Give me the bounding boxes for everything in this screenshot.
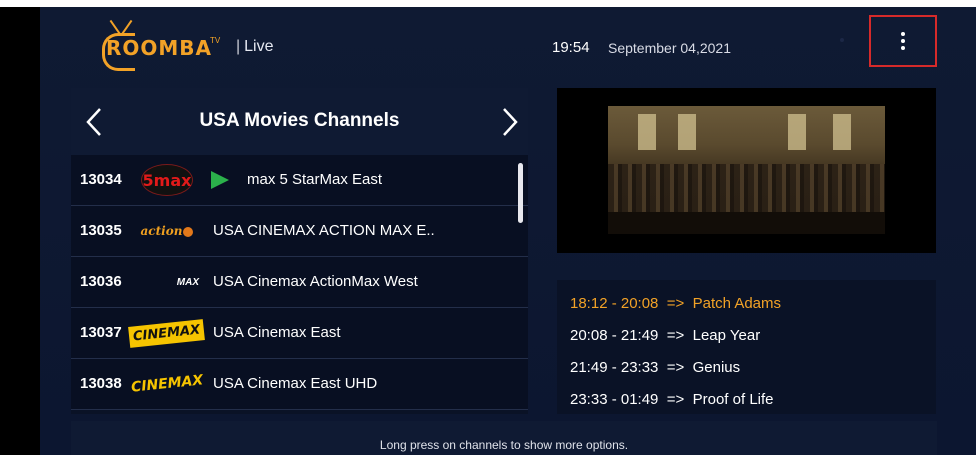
scene-window <box>788 114 806 150</box>
more-options-button[interactable] <box>869 15 937 67</box>
more-vertical-icon <box>901 32 905 50</box>
category-title: USA Movies Channels <box>199 110 400 131</box>
channel-row[interactable]: 13036 MAX USA Cinemax ActionMax West <box>71 257 528 308</box>
epg-arrow: => <box>666 327 685 344</box>
scene-window <box>678 114 696 150</box>
channel-logo: action <box>135 215 199 247</box>
channel-row[interactable]: 13037 CINEMAX USA Cinemax East <box>71 308 528 359</box>
channel-list-header: USA Movies Channels <box>71 88 528 155</box>
play-icon <box>211 171 229 189</box>
epg-title: Patch Adams <box>692 295 782 312</box>
title-separator: | <box>236 38 241 55</box>
app-screen: ROOMBA TV | Live 19:54 September 04,2021 … <box>40 7 976 455</box>
scene-table <box>608 212 885 234</box>
hint-text: Long press on channels to show more opti… <box>379 438 629 452</box>
next-category-button[interactable] <box>495 102 525 142</box>
channel-row[interactable]: 13034 5max max 5 StarMax East <box>71 155 528 206</box>
epg-title: Proof of Life <box>692 391 774 408</box>
channel-row[interactable]: 13035 action USA CINEMAX ACTION MAX E.. <box>71 206 528 257</box>
epg-arrow: => <box>666 295 685 312</box>
channel-number: 13036 <box>80 273 122 290</box>
left-bezel <box>0 7 40 455</box>
channel-name: USA Cinemax East UHD <box>213 375 378 392</box>
epg-arrow: => <box>666 359 685 376</box>
section-title: | Live <box>236 38 274 56</box>
channel-number: 13038 <box>80 375 122 392</box>
cinemax-logo: CINEMAX <box>128 318 206 348</box>
epg-item: 20:08 - 21:49 => Leap Year <box>570 327 760 344</box>
date: September 04,2021 <box>608 40 731 56</box>
epg-title: Genius <box>692 359 741 376</box>
video-frame <box>608 106 885 234</box>
channel-logo: CINEMAX <box>128 317 206 349</box>
top-strip <box>0 0 976 7</box>
channel-name: USA Cinemax East <box>213 324 341 341</box>
channel-list-panel: USA Movies Channels 13034 5max max 5 Sta… <box>71 88 528 414</box>
scene-crowd <box>608 164 885 214</box>
chevron-right-icon <box>503 108 518 136</box>
epg-item: 21:49 - 23:33 => Genius <box>570 359 740 376</box>
hint-bar: Long press on channels to show more opti… <box>71 421 937 455</box>
clock: 19:54 <box>552 39 590 56</box>
epg-time: 18:12 - 20:08 <box>570 295 659 312</box>
section-label: Live <box>244 38 274 55</box>
logo-tv-mark: TV <box>210 36 221 45</box>
channel-row[interactable]: 13038 CINEMAX USA Cinemax East UHD <box>71 359 528 410</box>
epg-title: Leap Year <box>692 327 761 344</box>
epg-item: 18:12 - 20:08 => Patch Adams <box>570 295 781 312</box>
epg-time: 20:08 - 21:49 <box>570 327 659 344</box>
video-preview[interactable] <box>557 88 936 253</box>
channel-logo: CINEMAX <box>130 368 204 400</box>
status-dot <box>840 38 844 42</box>
5max-logo: 5max <box>141 164 193 196</box>
channel-name: max 5 StarMax East <box>247 171 383 188</box>
cinemax-logo: CINEMAX <box>130 372 204 396</box>
scene-window <box>638 114 656 150</box>
app-logo: ROOMBA TV <box>102 19 256 71</box>
max-logo: MAX <box>176 276 199 288</box>
channel-number: 13037 <box>80 324 122 341</box>
scene-window <box>833 114 851 150</box>
program-guide: 18:12 - 20:08 => Patch Adams 20:08 - 21:… <box>557 280 936 414</box>
channel-name: USA Cinemax ActionMax West <box>213 273 418 290</box>
epg-time: 23:33 - 01:49 <box>570 391 659 408</box>
channel-number: 13035 <box>80 222 122 239</box>
epg-time: 21:49 - 23:33 <box>570 359 659 376</box>
channel-rows: 13034 5max max 5 StarMax East 13035 acti… <box>71 155 528 410</box>
logo-antenna-left <box>109 19 121 35</box>
channel-logo: 5max <box>135 164 199 196</box>
channel-logo: MAX <box>135 266 199 298</box>
action-max-logo: action <box>141 224 194 238</box>
logo-antenna-right <box>121 19 133 35</box>
channel-list-scrollbar[interactable] <box>518 163 523 223</box>
epg-item: 23:33 - 01:49 => Proof of Life <box>570 391 774 408</box>
channel-name: USA CINEMAX ACTION MAX E.. <box>213 222 435 239</box>
logo-text: ROOMBA <box>106 36 213 60</box>
channel-number: 13034 <box>80 171 122 188</box>
epg-arrow: => <box>666 391 685 408</box>
